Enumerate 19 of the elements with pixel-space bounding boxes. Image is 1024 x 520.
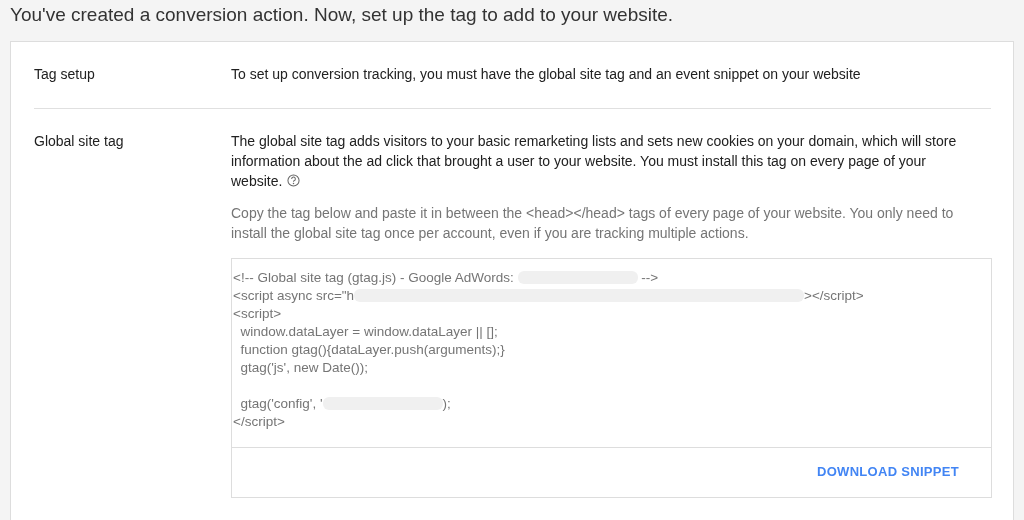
code-text: </script> bbox=[233, 414, 285, 429]
download-snippet-button[interactable]: DOWNLOAD SNIPPET bbox=[814, 460, 961, 483]
code-text: gtag('config', ' bbox=[239, 396, 323, 411]
code-text: ></script> bbox=[804, 288, 864, 303]
section-description: The global site tag adds visitors to your basic remarketing lists and sets new cookies on your domain, which will store information about the ad click that brought a user to your website. You must install this tag on every page of your website. bbox=[231, 132, 958, 191]
code-text: function gtag(){dataLayer.push(arguments);} bbox=[239, 342, 505, 357]
code-text: <!-- Global site tag (gtag.js) - Google AdWords: bbox=[233, 270, 515, 285]
code-text: window.dataLayer = window.dataLayer || []; bbox=[239, 324, 498, 339]
section-label: Global site tag bbox=[34, 132, 125, 151]
instructions-text: Copy the tag below and paste it in between the <head></head> tags of every page of your website. You only need to install the global site tag once per account, even if you are tracking multiple actions. bbox=[231, 204, 955, 243]
section-description: To set up conversion tracking, you must have the global site tag and an event snippet on your website bbox=[231, 65, 862, 84]
code-text: <script> bbox=[233, 306, 282, 321]
page-heading: You've created a conversion action. Now, set up the tag to add to your website. bbox=[10, 4, 675, 26]
code-text: <script async src="h bbox=[233, 288, 355, 303]
section-label: Tag setup bbox=[34, 65, 96, 84]
code-text: ); bbox=[442, 396, 451, 411]
code-text: gtag('js', new Date()); bbox=[239, 360, 368, 375]
help-icon[interactable] bbox=[287, 174, 301, 187]
code-text: --> bbox=[640, 270, 659, 285]
